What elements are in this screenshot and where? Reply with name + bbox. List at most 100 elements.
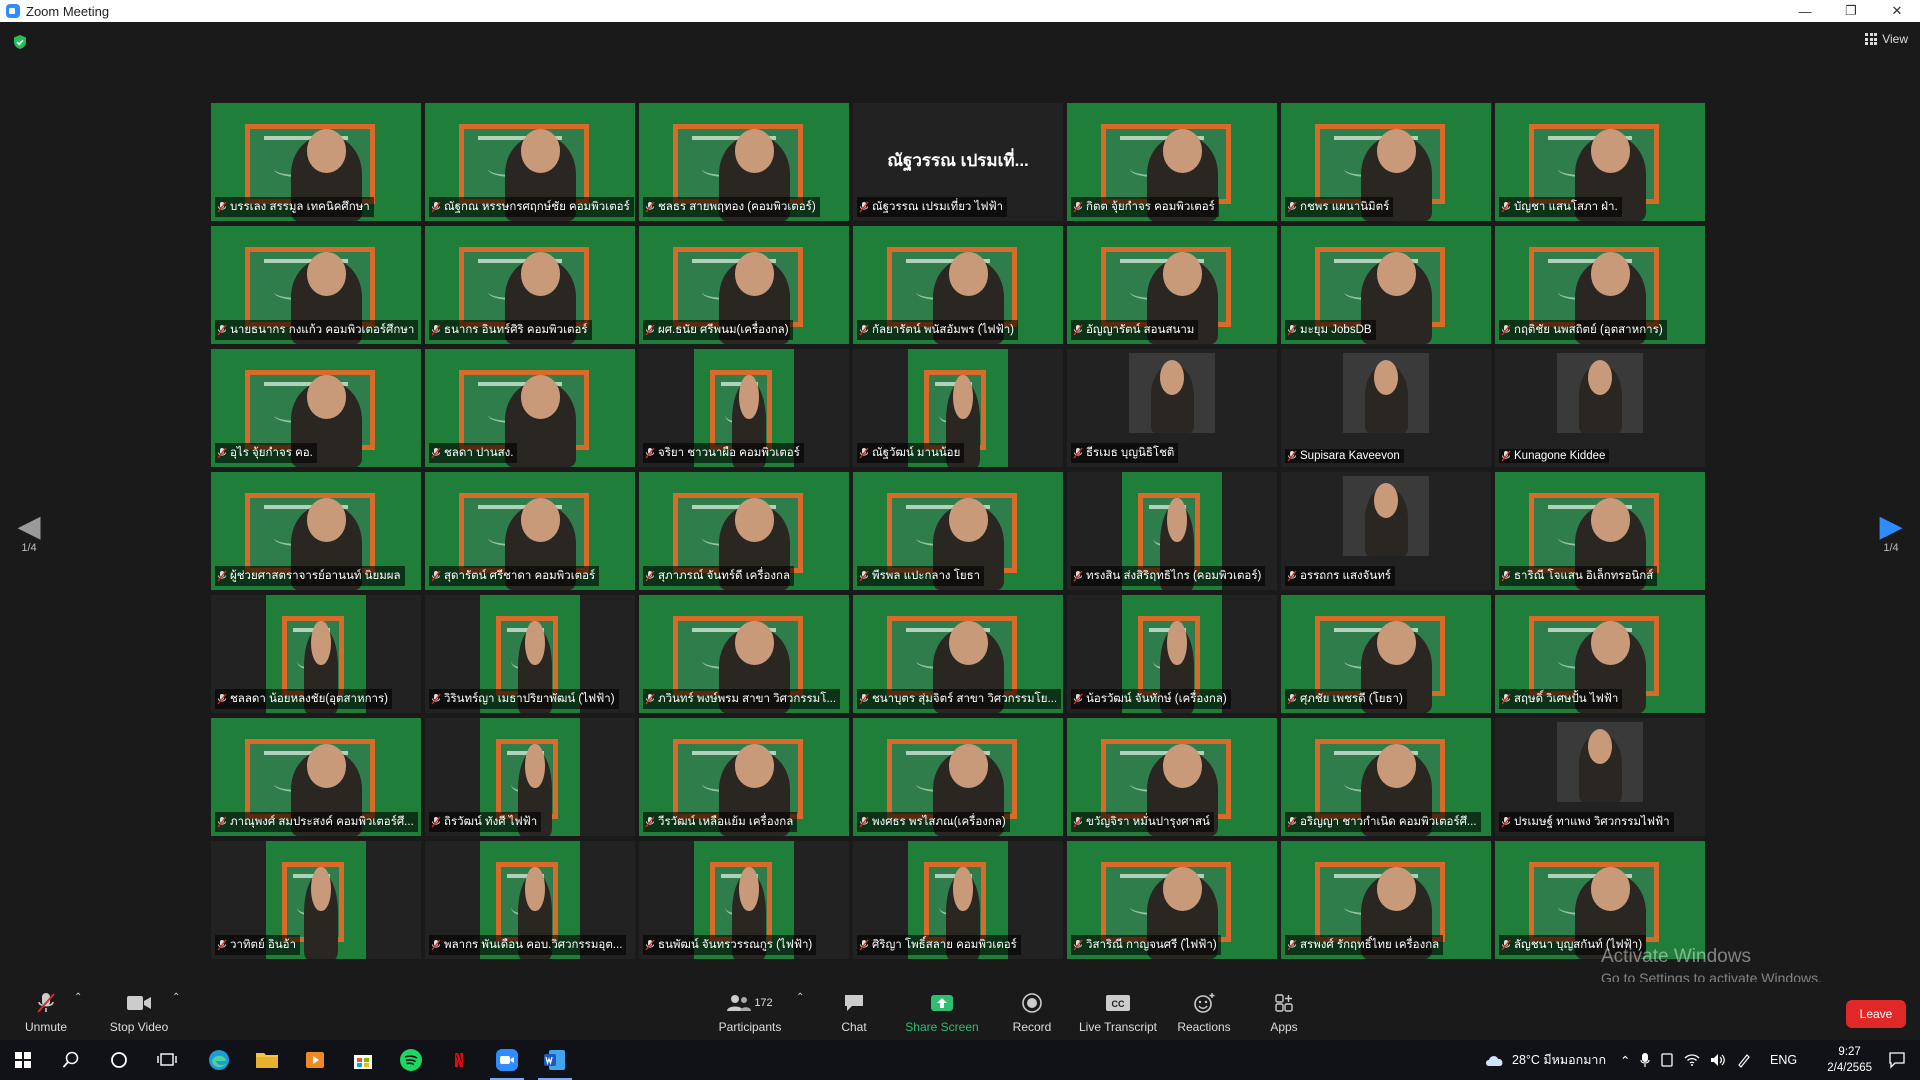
participant-tile[interactable]: สุภาภรณ์ จันทร์ดี เครื่องกล bbox=[639, 472, 849, 590]
participant-tile[interactable]: ทรงสิน ส่งสิริฤทธิไกร (คอมพิวเตอร์) bbox=[1067, 472, 1277, 590]
participant-tile[interactable]: สุดารัตน์ ศรีชาดา คอมพิวเตอร์ bbox=[425, 472, 635, 590]
participant-tile[interactable]: ณัฐกณ หรรษกรศฤกษ์ชัย คอมพิวเตอร์ bbox=[425, 103, 635, 221]
participant-tile[interactable]: พงศธร พรไสภณ(เครื่องกล) bbox=[853, 718, 1063, 836]
taskbar-file-explorer[interactable] bbox=[244, 1040, 290, 1080]
record-button[interactable]: Record bbox=[1004, 990, 1060, 1034]
participant-tile[interactable]: ภวินทร์ พงษ์พรม สาขา วิศวกรรมโ... bbox=[639, 595, 849, 713]
device-tray-icon[interactable] bbox=[1660, 1052, 1674, 1068]
participant-tile[interactable]: ธีรเมธ บุญนิธิโชติ bbox=[1067, 349, 1277, 467]
participant-tile[interactable]: นายธนากร กงแก้ว คอมพิวเตอร์ศึกษา bbox=[211, 226, 421, 344]
leave-button[interactable]: Leave bbox=[1846, 1000, 1906, 1028]
mic-muted-icon bbox=[645, 816, 655, 828]
participant-tile[interactable]: สรพงศ์ รักฤทธิ์ไทย เครื่องกล bbox=[1281, 841, 1491, 959]
cortana-button[interactable] bbox=[96, 1040, 142, 1080]
minimize-button[interactable]: — bbox=[1782, 0, 1828, 22]
security-shield-icon[interactable] bbox=[12, 34, 28, 50]
participant-tile[interactable]: วีรวัฒน์ เหลือแย้ม เครื่องกล bbox=[639, 718, 849, 836]
participant-tile[interactable]: ธาริณี โจแสน อิเล็กทรอนิกส์ bbox=[1495, 472, 1705, 590]
participant-tile[interactable]: ชลดา ปานสง. bbox=[425, 349, 635, 467]
share-screen-button[interactable]: Share Screen bbox=[900, 990, 984, 1034]
participant-tile[interactable]: ชนาบุตร สุ่มจิตร์ สาขา วิศวกรรมโย... bbox=[853, 595, 1063, 713]
participant-tile[interactable]: ลัญชนา บุญสกันท์ (ไฟฟ้า) bbox=[1495, 841, 1705, 959]
speaker-volume-icon[interactable] bbox=[1710, 1053, 1726, 1067]
next-page-button[interactable]: ▶ 1/4 bbox=[1876, 512, 1906, 555]
taskbar-edge[interactable] bbox=[196, 1040, 242, 1080]
participant-tile[interactable]: ธนพัฒน์ จันทรวรรณกูร (ไฟฟ้า) bbox=[639, 841, 849, 959]
notification-center-button[interactable] bbox=[1874, 1040, 1920, 1080]
taskbar-media-player[interactable] bbox=[292, 1040, 338, 1080]
participant-tile[interactable]: กัลยารัตน์ พนัสอัมพร (ไฟฟ้า) bbox=[853, 226, 1063, 344]
participant-tile[interactable]: วาทิตย์ อินอ้า bbox=[211, 841, 421, 959]
participant-tile[interactable]: ชลธร สายพฤทอง (คอมพิวเตอร์) bbox=[639, 103, 849, 221]
participant-tile[interactable]: ณัฐวัฒน์ มานน้อย bbox=[853, 349, 1063, 467]
taskbar-spotify[interactable] bbox=[388, 1040, 434, 1080]
reactions-button[interactable]: Reactions bbox=[1174, 990, 1234, 1034]
participant-tile[interactable]: มะยุม JobsDB bbox=[1281, 226, 1491, 344]
participant-tile[interactable]: กิตต จุ้ยกำจร คอมพิวเตอร์ bbox=[1067, 103, 1277, 221]
participant-tile[interactable]: วิรินทร์ญา เมธาปริยาพัฒน์ (ไฟฟ้า) bbox=[425, 595, 635, 713]
chat-button[interactable]: Chat bbox=[826, 990, 882, 1034]
taskbar-zoom[interactable] bbox=[484, 1040, 530, 1080]
input-language[interactable]: ENG bbox=[1770, 1040, 1797, 1080]
task-view-button[interactable] bbox=[144, 1040, 190, 1080]
participant-name-label: ภาณุพงศ์ สมประสงค์ คอมพิวเตอร์ศึ... bbox=[215, 812, 418, 832]
video-options-caret-icon[interactable]: ⌃ bbox=[172, 992, 180, 1003]
participant-tile[interactable]: ปรเมษฐ์ ทาแพง วิศวกรรมไฟฟ้า bbox=[1495, 718, 1705, 836]
mic-muted-icon bbox=[859, 939, 869, 951]
participants-caret-icon[interactable]: ⌃ bbox=[796, 992, 804, 1003]
participant-tile[interactable]: ชลลดา น้อยหลงชัย(อุตสาหการ) bbox=[211, 595, 421, 713]
prev-page-button[interactable]: ◀ 1/4 bbox=[14, 512, 44, 555]
participant-tile[interactable]: น้อรวัฒน์ จันทักษ์ (เครื่องกล) bbox=[1067, 595, 1277, 713]
participant-tile[interactable]: กชพร แผนานิมิตร์ bbox=[1281, 103, 1491, 221]
clock-time: 9:27 bbox=[1838, 1046, 1861, 1058]
participant-tile[interactable]: พีรพล แปะกลาง โยธา bbox=[853, 472, 1063, 590]
mic-muted-icon bbox=[1287, 693, 1297, 705]
taskbar-netflix[interactable] bbox=[436, 1040, 482, 1080]
participant-tile[interactable]: พลากร พันเดือน คอบ.วิศวกรรมอุต... bbox=[425, 841, 635, 959]
participant-tile[interactable]: บรรเลง สรรมูล เทคนิคศึกษา bbox=[211, 103, 421, 221]
live-transcript-button[interactable]: CC Live Transcript bbox=[1076, 990, 1160, 1034]
audio-options-caret-icon[interactable]: ⌃ bbox=[74, 992, 82, 1003]
apps-button[interactable]: Apps bbox=[1256, 990, 1312, 1034]
participant-tile[interactable]: Supisara Kaveevon bbox=[1281, 349, 1491, 467]
chevron-up-icon[interactable]: ⌃ bbox=[1620, 1053, 1630, 1068]
participant-tile[interactable]: บัญชา แสนโสภา ฝ่า. bbox=[1495, 103, 1705, 221]
microphone-tray-icon[interactable] bbox=[1640, 1052, 1651, 1068]
participants-button[interactable]: 172 Participants bbox=[710, 990, 790, 1034]
participant-tile[interactable]: ผศ.ธนัย ศรีพนม(เครื่องกล) bbox=[639, 226, 849, 344]
taskbar-word[interactable] bbox=[532, 1040, 578, 1080]
zoom-app-icon bbox=[496, 1049, 518, 1071]
start-button[interactable] bbox=[0, 1040, 46, 1080]
participant-name-label: ชลลดา น้อยหลงชัย(อุตสาหการ) bbox=[215, 689, 393, 709]
participant-tile[interactable]: ศิริญา โพธิ์สลาย คอมพิวเตอร์ bbox=[853, 841, 1063, 959]
participant-tile[interactable]: อรรถกร แสงจันทร์ bbox=[1281, 472, 1491, 590]
participant-tile[interactable]: ศุภชัย เพชรดี (โยธา) bbox=[1281, 595, 1491, 713]
participant-tile[interactable]: อัญญารัตน์ สอนสนาม bbox=[1067, 226, 1277, 344]
search-button[interactable] bbox=[48, 1040, 94, 1080]
pen-ink-icon[interactable] bbox=[1736, 1052, 1752, 1068]
participant-tile[interactable]: อริญญา ชาวกำเนิด คอมพิวเตอร์ศึ... bbox=[1281, 718, 1491, 836]
view-button[interactable]: View bbox=[1865, 32, 1908, 46]
participant-tile[interactable]: ผู้ช่วยศาสตราจารย์อานนท์ นิยมผล bbox=[211, 472, 421, 590]
restore-button[interactable]: ❐ bbox=[1828, 0, 1874, 22]
participant-tile[interactable]: วิสาริณี กาญจนศรี (ไฟฟ้า) bbox=[1067, 841, 1277, 959]
participant-tile[interactable]: ขวัญจิรา หมั่นปารุงศาสน์ bbox=[1067, 718, 1277, 836]
taskbar-store[interactable] bbox=[340, 1040, 386, 1080]
participant-tile[interactable]: ภาณุพงศ์ สมประสงค์ คอมพิวเตอร์ศึ... bbox=[211, 718, 421, 836]
participant-tile[interactable]: ณัฐวรรณ เปรมเที่... ณัฐวรรณ เปรมเที่ยว ไฟ… bbox=[853, 103, 1063, 221]
participant-tile[interactable]: Kunagone Kiddee bbox=[1495, 349, 1705, 467]
participant-name-label: วาทิตย์ อินอ้า bbox=[215, 935, 301, 955]
participant-tile[interactable]: อุไร จุ้ยกำจร คอ. bbox=[211, 349, 421, 467]
participant-tile[interactable]: ธนากร อินทร์ศิริ คอมพิวเตอร์ bbox=[425, 226, 635, 344]
unmute-button[interactable]: Unmute bbox=[18, 990, 74, 1034]
stop-video-button[interactable]: Stop Video bbox=[106, 990, 172, 1034]
close-button[interactable]: ✕ bbox=[1874, 0, 1920, 22]
participant-tile[interactable]: กฤติชัย นพสถิตย์ (อุตสาหการ) bbox=[1495, 226, 1705, 344]
participant-tile[interactable]: สฤษดิ์ วิเศษปั้น ไฟฟ้า bbox=[1495, 595, 1705, 713]
system-clock[interactable]: 9:27 2/4/2565 bbox=[1827, 1044, 1872, 1076]
participant-tile[interactable]: ถิรวัฒน์ ทังศี ไฟฟ้า bbox=[425, 718, 635, 836]
wifi-icon[interactable] bbox=[1684, 1053, 1700, 1067]
weather-widget[interactable]: 28°C มีหมอกมาก bbox=[1484, 1040, 1606, 1080]
watermark-title: Activate Windows bbox=[1601, 946, 1751, 967]
participant-tile[interactable]: จริยา ชาวนาผือ คอมพิวเตอร์ bbox=[639, 349, 849, 467]
